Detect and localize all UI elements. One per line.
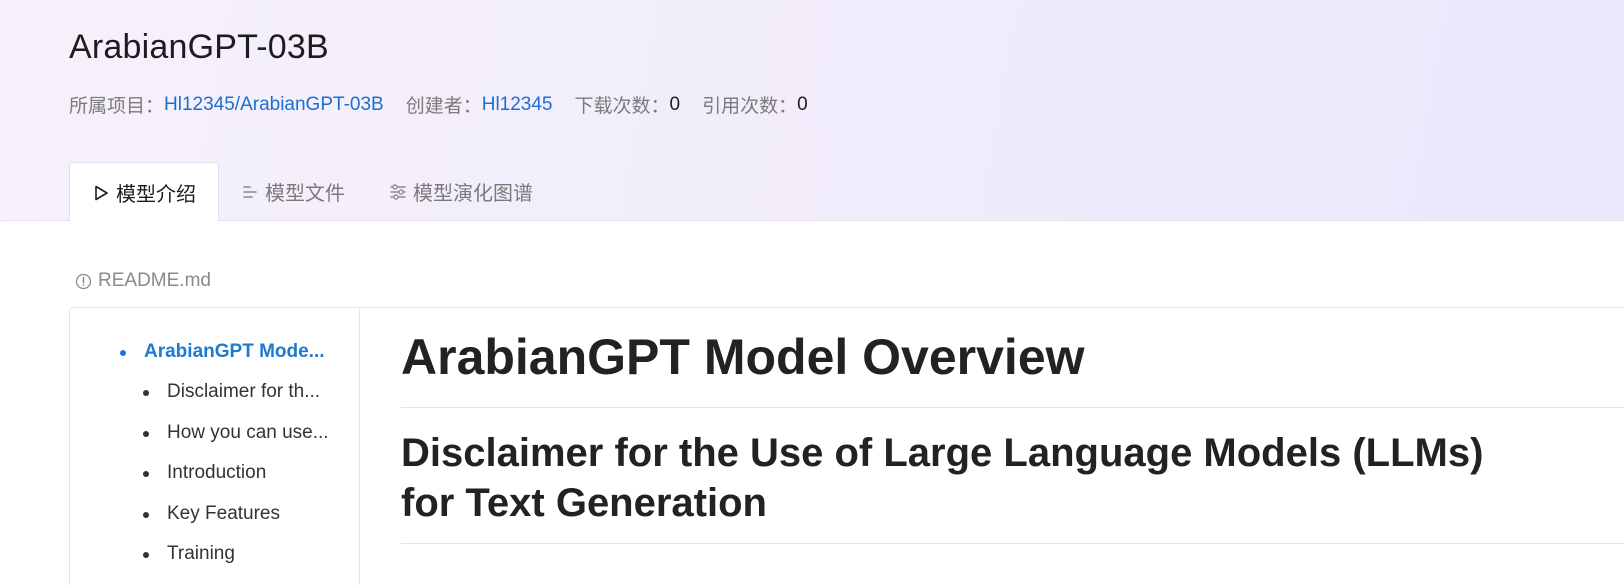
project-label: 所属项目： xyxy=(69,96,165,117)
tab-model-files[interactable]: 模型文件 xyxy=(219,162,367,221)
creator-label: 创建者： xyxy=(405,96,482,117)
readme-heading-2: Disclaimer for the Use of Large Language… xyxy=(401,431,1484,525)
info-circle-icon xyxy=(75,273,92,289)
toc-item-how-to-use[interactable]: How you can use... xyxy=(143,422,329,444)
tab-label: 模型介绍 xyxy=(116,184,196,206)
heading-divider xyxy=(401,407,1624,408)
readme-content: ArabianGPT Model Overview Disclaimer for… xyxy=(401,308,1624,585)
toc-item-introduction[interactable]: Introduction xyxy=(143,462,267,484)
project-link[interactable]: Hl12345/ArabianGPT-03B xyxy=(164,94,384,116)
readme-panel: ArabianGPT Mode... Disclaimer for th... … xyxy=(69,307,1624,585)
creator-link[interactable]: Hl12345 xyxy=(482,94,553,116)
citations-count: 0 xyxy=(797,93,808,115)
model-meta-row: 所属项目： Hl12345/ArabianGPT-03B 创建者： Hl1234… xyxy=(69,91,808,118)
play-icon xyxy=(95,185,108,200)
toc-item-overview[interactable]: ArabianGPT Mode... xyxy=(120,341,325,363)
model-header: ArabianGPT-03B 所属项目： Hl12345/ArabianGPT-… xyxy=(0,0,1624,222)
toc-item-label: Key Features xyxy=(167,503,280,524)
tab-label: 模型文件 xyxy=(265,183,345,205)
bullet xyxy=(143,471,149,477)
page-title: ArabianGPT-03B xyxy=(69,28,329,66)
bullet xyxy=(120,350,126,356)
file-list-icon xyxy=(243,185,257,198)
toc-item-disclaimer[interactable]: Disclaimer for th... xyxy=(143,381,321,403)
tab-model-intro[interactable]: 模型介绍 xyxy=(69,162,219,222)
bullet xyxy=(143,390,149,396)
tab-bar: 模型介绍 模型文件 模型演化图谱 xyxy=(69,162,555,222)
readme-file-label: README.md xyxy=(75,270,211,292)
bullet xyxy=(143,512,149,518)
table-of-contents: ArabianGPT Mode... Disclaimer for th... … xyxy=(70,308,360,585)
downloads-label: 下载次数： xyxy=(574,96,670,117)
bullet xyxy=(143,431,149,437)
readme-heading-1: ArabianGPT Model Overview xyxy=(401,329,1085,385)
tab-model-evolution-graph[interactable]: 模型演化图谱 xyxy=(367,162,555,221)
heading-divider xyxy=(401,543,1624,544)
toc-item-label: Disclaimer for th... xyxy=(167,381,321,402)
toc-item-label: ArabianGPT Mode... xyxy=(144,341,325,362)
toc-item-key-features[interactable]: Key Features xyxy=(143,503,280,525)
toc-item-training[interactable]: Training xyxy=(143,543,235,565)
citations-label: 引用次数： xyxy=(702,96,798,117)
tab-label: 模型演化图谱 xyxy=(413,183,533,205)
sliders-icon xyxy=(390,183,406,200)
readme-filename: README.md xyxy=(98,270,211,291)
toc-item-label: Training xyxy=(167,543,235,564)
toc-item-label: How you can use... xyxy=(167,422,329,443)
downloads-count: 0 xyxy=(669,93,681,115)
bullet xyxy=(143,552,149,558)
toc-item-label: Introduction xyxy=(167,462,267,483)
